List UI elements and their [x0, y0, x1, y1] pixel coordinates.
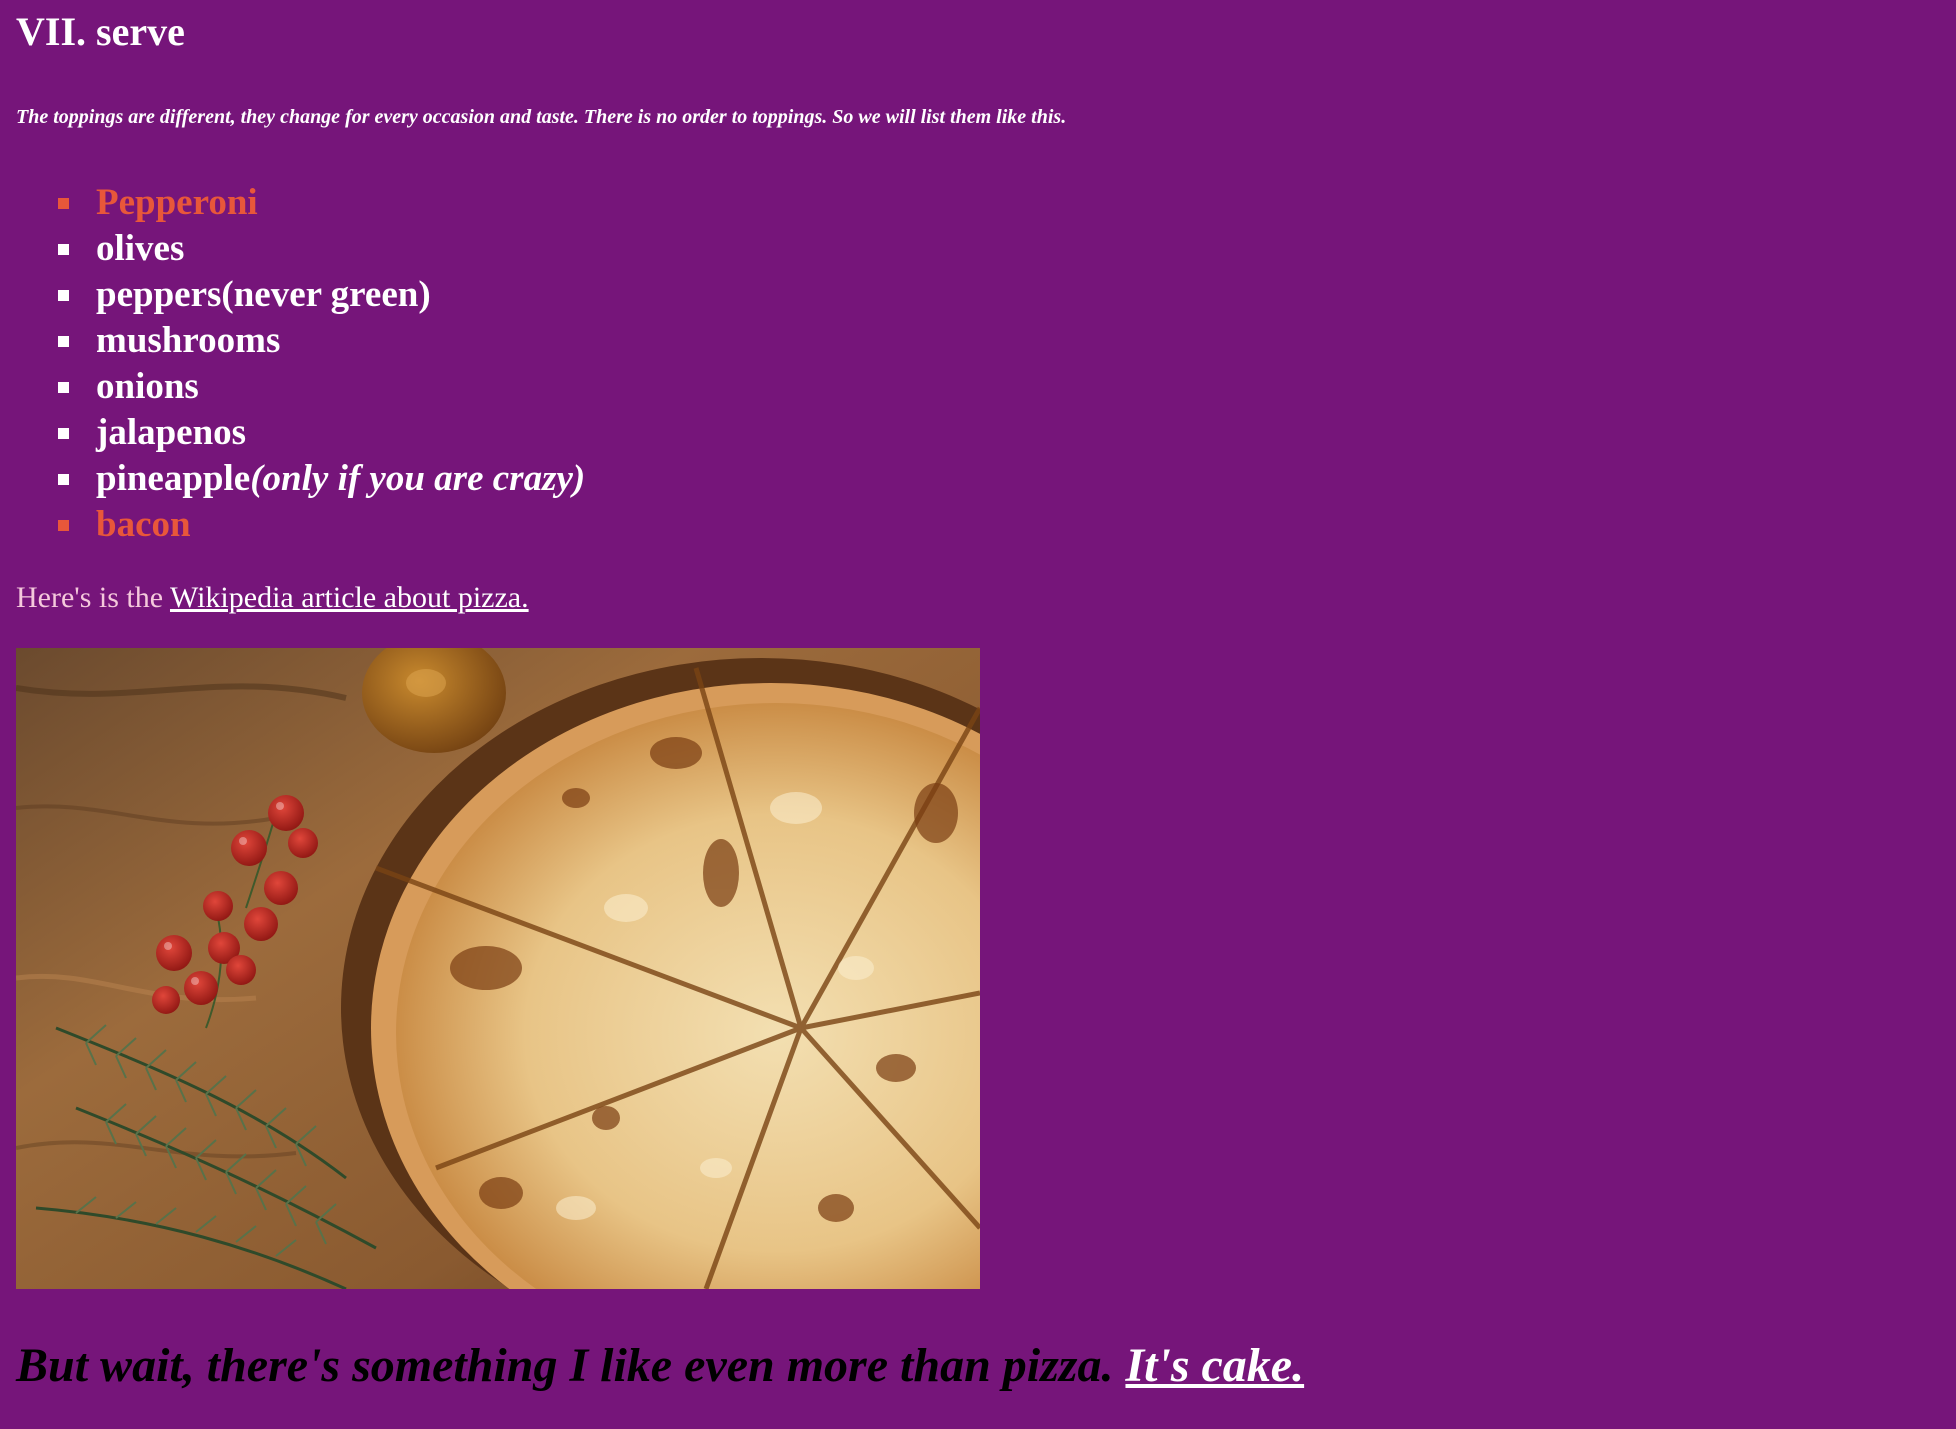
square-bullet-icon [58, 428, 69, 439]
square-bullet-icon [58, 244, 69, 255]
wikipedia-link[interactable]: Wikipedia article about pizza. [170, 581, 529, 614]
list-item-jalapenos: jalapenos [16, 410, 585, 456]
square-bullet-icon [58, 198, 69, 209]
topping-label: Pepperoni [96, 182, 258, 223]
closing-text: But wait, there's something I like even … [16, 1339, 1126, 1392]
closing-line: But wait, there's something I like even … [16, 1336, 1304, 1396]
toppings-list: Pepperoni olives peppers(never green) mu… [16, 180, 585, 548]
square-bullet-icon [58, 520, 69, 531]
topping-label: peppers(never green) [96, 274, 431, 315]
list-item-onions: onions [16, 364, 585, 410]
square-bullet-icon [58, 290, 69, 301]
topping-label: mushrooms [96, 320, 281, 361]
list-item-pineapple: pineapple(only if you are crazy) [16, 456, 585, 502]
topping-label: bacon [96, 504, 191, 545]
topping-note: (only if you are crazy) [250, 458, 586, 499]
section-heading: VII. serve [16, 9, 185, 54]
list-item-bacon: bacon [16, 502, 585, 548]
list-item-peppers: peppers(never green) [16, 272, 585, 318]
list-item-olives: olives [16, 226, 585, 272]
topping-label: olives [96, 228, 185, 269]
pizza-photo [16, 648, 980, 1289]
square-bullet-icon [58, 474, 69, 485]
cake-link[interactable]: It's cake. [1125, 1339, 1304, 1392]
topping-label: jalapenos [96, 412, 247, 453]
wikipedia-line: Here's is the Wikipedia article about pi… [16, 578, 529, 618]
square-bullet-icon [58, 336, 69, 347]
intro-text: The toppings are different, they change … [16, 106, 1067, 128]
list-item-pepperoni: Pepperoni [16, 180, 585, 226]
topping-label: onions [96, 366, 199, 407]
list-item-mushrooms: mushrooms [16, 318, 585, 364]
wikipedia-prefix: Here's is the [16, 581, 170, 614]
square-bullet-icon [58, 382, 69, 393]
topping-label: pineapple [96, 458, 251, 499]
